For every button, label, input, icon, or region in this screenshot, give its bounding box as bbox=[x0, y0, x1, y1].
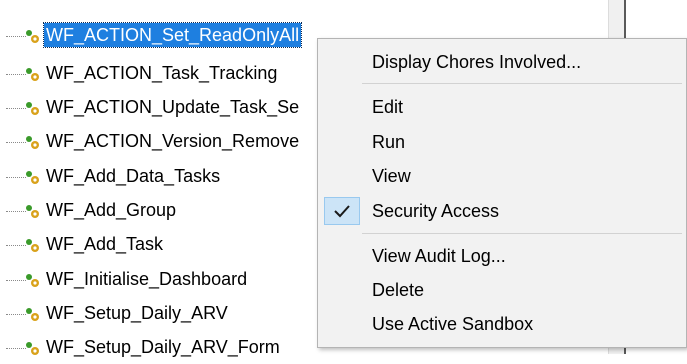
tree-item-label: WF_ACTION_Update_Task_Se bbox=[46, 97, 300, 117]
menu-item-label: Display Chores Involved... bbox=[372, 52, 582, 72]
menu-item-label: Use Active Sandbox bbox=[372, 314, 534, 334]
tree-connector bbox=[6, 211, 26, 212]
tree-item-label: WF_ACTION_Set_ReadOnlyAll bbox=[42, 22, 303, 48]
tree-item-label: WF_Setup_Daily_ARV bbox=[46, 303, 228, 323]
tree-connector bbox=[6, 36, 26, 37]
menu-item-edit[interactable]: Edit bbox=[318, 91, 686, 123]
menu-item-delete[interactable]: Delete bbox=[318, 274, 686, 306]
menu-separator bbox=[362, 233, 682, 234]
process-gear-icon bbox=[26, 68, 39, 81]
context-menu: Display Chores Involved... Edit Run View… bbox=[317, 38, 687, 348]
menu-item-label: View bbox=[372, 166, 411, 186]
menu-item-label: Delete bbox=[372, 280, 425, 300]
menu-item-view[interactable]: View bbox=[318, 160, 686, 192]
tree-item-label: WF_Add_Group bbox=[46, 200, 177, 220]
menu-item-view-audit-log[interactable]: View Audit Log... bbox=[318, 240, 686, 272]
menu-item-use-active-sandbox[interactable]: Use Active Sandbox bbox=[318, 308, 686, 340]
tree-connector bbox=[6, 142, 26, 143]
menu-item-label: Run bbox=[372, 132, 406, 152]
menu-separator bbox=[362, 83, 682, 84]
tree-item-label: WF_Setup_Daily_ARV_Form bbox=[46, 337, 280, 357]
tree-connector bbox=[6, 348, 26, 349]
process-gear-icon bbox=[26, 136, 39, 149]
tree-connector bbox=[6, 177, 26, 178]
process-gear-icon bbox=[26, 308, 39, 321]
menu-item-run[interactable]: Run bbox=[318, 126, 686, 158]
process-gear-icon bbox=[26, 239, 39, 252]
process-gear-icon bbox=[26, 102, 39, 115]
tree-item-clipped[interactable] bbox=[0, 0, 600, 14]
process-gear-icon bbox=[26, 171, 39, 184]
tree-item-label: WF_Add_Data_Tasks bbox=[46, 166, 221, 186]
tree-connector bbox=[6, 245, 26, 246]
process-gear-icon bbox=[26, 205, 39, 218]
tree-connector bbox=[6, 280, 26, 281]
tree-connector bbox=[6, 74, 26, 75]
menu-item-security-access[interactable]: Security Access bbox=[318, 195, 686, 227]
process-gear-icon bbox=[26, 274, 39, 287]
menu-item-display-chores[interactable]: Display Chores Involved... bbox=[318, 46, 686, 78]
tree-connector bbox=[6, 108, 26, 109]
tree-item-label: WF_ACTION_Task_Tracking bbox=[46, 63, 278, 83]
process-gear-icon bbox=[26, 30, 39, 43]
menu-item-label: View Audit Log... bbox=[372, 246, 506, 266]
tree-connector bbox=[6, 314, 26, 315]
menu-item-label: Edit bbox=[372, 97, 404, 117]
tree-item-label: WF_Initialise_Dashboard bbox=[46, 269, 248, 289]
tree-item-label: WF_ACTION_Version_Remove bbox=[46, 131, 300, 151]
menu-item-label: Security Access bbox=[372, 201, 500, 221]
tree-item-label: WF_Add_Task bbox=[46, 234, 164, 254]
checkmark-icon bbox=[324, 197, 360, 225]
